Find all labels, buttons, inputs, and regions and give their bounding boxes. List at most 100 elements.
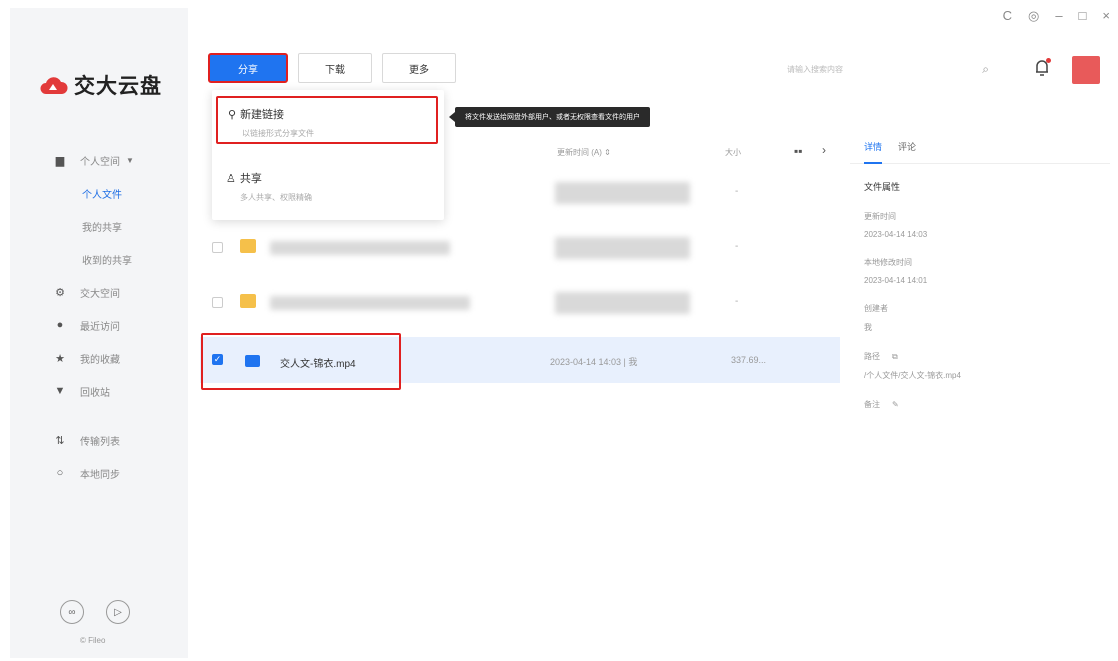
blurred-filename [270,296,470,310]
blurred-date [555,292,690,314]
tab-comments[interactable]: 评论 [898,140,916,163]
sidebar-item-label: 传输列表 [80,436,120,448]
blurred-date [555,182,690,204]
user-icon: ♙ [226,172,236,185]
sidebar-footer: ∞ ▷ [60,600,130,624]
chevron-down-icon: ▼ [126,155,134,165]
copy-icon[interactable]: ⧉ [892,352,898,362]
table-row[interactable]: - [200,225,840,271]
app-window: 交大云盘 ▆ 个人空间 ▼ 个人文件 我的共享 收到的共享 ⚙ 交大空间 ● 最… [0,0,1118,661]
cloud-logo-icon [40,77,68,94]
sidebar-item-label: 交大空间 [80,288,120,300]
share-menu: ⚲ 新建链接 以链接形式分享文件 ♙ 共享 多人共享、权限精确 [212,90,444,220]
settings-icon[interactable]: ◎ [1028,8,1039,24]
app-title: 交大云盘 [74,74,162,98]
sidebar-item-recent[interactable]: ● 最近访问 [10,313,188,337]
star-icon: ★ [55,352,65,365]
file-size: 337.69... [731,355,767,365]
sidebar-item-transfers[interactable]: ⇅ 传输列表 [10,428,188,452]
search-icon[interactable]: ⌕ [982,62,989,77]
sidebar-item-local-sync[interactable]: ○ 本地同步 [10,461,188,485]
column-header-time[interactable]: 更新时间 (A) ⇕ [557,147,611,158]
sidebar-item-label: 回收站 [80,387,110,399]
sync-icon: ○ [56,467,64,479]
file-size: - [735,241,739,252]
menu-item-title: 共享 [239,173,262,185]
sidebar-item-personal-files[interactable]: 个人文件 [10,181,188,205]
selected-file-highlight [201,333,401,390]
note-row: 备注 ✎ [850,399,1110,410]
download-button[interactable]: 下载 [298,53,372,83]
tab-details[interactable]: 详情 [864,140,883,164]
file-date: 2023-04-14 14:03 | 我 [550,357,638,367]
document-icon: ▆ [55,154,65,167]
modified-label: 本地修改时间 [864,258,912,267]
sidebar-item-label: 我的共享 [82,222,122,234]
window-controls: C ◎ – □ × [1003,8,1110,24]
more-button[interactable]: 更多 [382,53,456,83]
row-checkbox[interactable] [212,297,223,308]
folder-icon [240,294,256,308]
maximize-icon[interactable]: □ [1079,8,1087,24]
table-row[interactable]: - [200,280,840,326]
transfer-icon: ⇅ [55,434,65,447]
minimize-icon[interactable]: – [1055,8,1062,24]
blurred-filename [270,241,450,255]
sidebar-item-label: 我的收藏 [80,354,120,366]
column-header-size[interactable]: 大小 [725,147,741,158]
sidebar-item-label: 个人文件 [82,189,122,201]
path-value: /个人文件/交人文-锦衣.mp4 [864,371,961,380]
link-icon[interactable]: ∞ [60,600,84,624]
notification-bell-icon[interactable] [1033,58,1051,78]
sidebar: 交大云盘 ▆ 个人空间 ▼ 个人文件 我的共享 收到的共享 ⚙ 交大空间 ● 最… [10,8,188,658]
menu-item-new-link[interactable]: ⚲ 新建链接 以链接形式分享文件 [216,96,438,144]
sidebar-item-label: 本地同步 [80,469,120,481]
updated-value: 2023-04-14 14:03 [864,230,928,239]
creator-label: 创建者 [864,304,888,313]
path-label: 路径 [864,352,880,361]
sidebar-item-sjtu-space[interactable]: ⚙ 交大空间 [10,280,188,304]
tooltip: 将文件发送给网盘外部用户、或者无权限查看文件的用户 [449,107,650,127]
share-button[interactable]: 分享 [208,53,288,83]
brand-footer: © Fileo [80,636,106,645]
grid-view-icon[interactable]: ▪▪ [794,144,803,158]
path-row: 路径 ⧉ [850,351,1110,362]
updated-label: 更新时间 [864,212,896,221]
blurred-date [555,237,690,259]
sidebar-nav: ▆ 个人空间 ▼ 个人文件 我的共享 收到的共享 ⚙ 交大空间 ● 最近访问 ★… [10,148,188,494]
avatar[interactable] [1072,56,1100,84]
chevron-right-icon[interactable]: › [822,143,826,157]
sidebar-item-trash[interactable]: ▼ 回收站 [10,379,188,403]
detail-tabs: 详情 评论 [850,140,1110,164]
row-checkbox[interactable] [212,242,223,253]
menu-item-subtitle: 以链接形式分享文件 [242,129,314,138]
sidebar-item-label: 收到的共享 [82,255,132,267]
toolbar: 分享 下载 更多 [208,53,456,83]
edit-icon[interactable]: ✎ [892,400,899,409]
sidebar-item-favorites[interactable]: ★ 我的收藏 [10,346,188,370]
sidebar-item-received-shares[interactable]: 收到的共享 [10,247,188,271]
search-placeholder: 请输入搜索内容 [787,64,843,74]
detail-panel: 详情 评论 文件属性 更新时间 2023-04-14 14:03 本地修改时间 … [850,140,1110,410]
file-size: - [735,186,739,197]
notification-dot [1046,58,1051,63]
section-title: 文件属性 [864,182,901,192]
file-size: - [735,296,739,307]
export-icon[interactable]: ▷ [106,600,130,624]
trash-icon: ▼ [54,385,66,397]
creator-value: 我 [864,323,872,332]
sidebar-item-my-shares[interactable]: 我的共享 [10,214,188,238]
search-input[interactable]: 请输入搜索内容 ⌕ [773,56,1003,82]
folder-icon [240,239,256,253]
gear-icon: ⚙ [55,286,65,299]
sidebar-item-label: 最近访问 [80,321,120,333]
sidebar-item-personal-space[interactable]: ▆ 个人空间 ▼ [10,148,188,172]
refresh-icon[interactable]: C [1003,8,1012,24]
clock-icon: ● [56,319,64,331]
note-label: 备注 [864,400,880,409]
close-icon[interactable]: × [1102,8,1110,24]
menu-item-title: 新建链接 [240,109,285,121]
sidebar-item-label: 个人空间 [80,156,120,168]
modified-value: 2023-04-14 14:01 [864,276,928,285]
menu-item-share[interactable]: ♙ 共享 多人共享、权限精确 [216,162,438,210]
